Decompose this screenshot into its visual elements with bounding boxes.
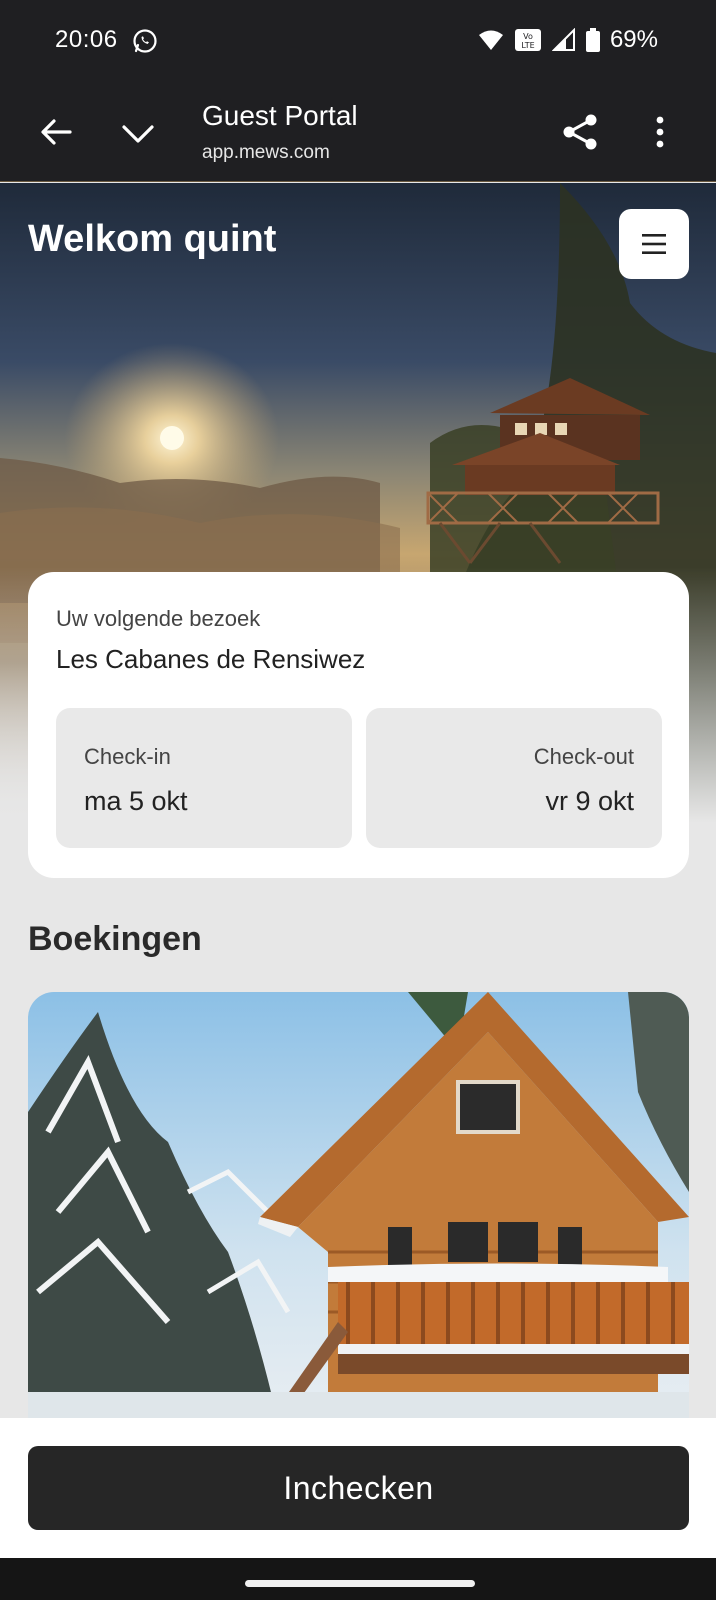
checkin-date: ma 5 okt bbox=[84, 786, 188, 816]
booking-card-image[interactable] bbox=[28, 992, 689, 1422]
share-icon[interactable] bbox=[560, 112, 600, 152]
more-vert-icon[interactable] bbox=[650, 114, 670, 150]
svg-text:LTE: LTE bbox=[521, 41, 534, 50]
home-gesture-handle[interactable] bbox=[245, 1580, 475, 1587]
battery-icon bbox=[585, 28, 600, 52]
battery-percent: 69% bbox=[609, 26, 658, 53]
menu-button[interactable] bbox=[619, 209, 689, 279]
property-name: Les Cabanes de Rensiwez bbox=[56, 644, 366, 674]
checkin-box: Check-in ma 5 okt bbox=[56, 708, 352, 848]
page-title: Guest Portal bbox=[202, 100, 358, 131]
bookings-heading: Boekingen bbox=[28, 920, 202, 958]
signal-icon bbox=[551, 28, 575, 51]
chevron-down-icon[interactable] bbox=[120, 116, 156, 152]
welcome-heading: Welkom quint bbox=[28, 218, 277, 260]
checkout-box: Check-out vr 9 okt bbox=[366, 708, 662, 848]
checkin-button[interactable]: Inchecken bbox=[28, 1446, 689, 1530]
next-visit-label: Uw volgende bezoek bbox=[56, 606, 261, 631]
status-icons: Vo LTE 69% bbox=[478, 26, 658, 54]
hamburger-menu-icon bbox=[642, 234, 666, 254]
wifi-icon bbox=[478, 30, 503, 50]
volte-icon: Vo LTE bbox=[514, 29, 541, 51]
checkin-label: Check-in bbox=[84, 744, 171, 769]
status-time: 20:06 bbox=[55, 26, 118, 53]
checkout-date: vr 9 okt bbox=[545, 786, 634, 816]
bottom-action-panel: Inchecken bbox=[0, 1418, 716, 1558]
whatsapp-icon bbox=[133, 29, 157, 53]
browser-toolbar: Guest Portal app.mews.com bbox=[0, 84, 716, 182]
page-url[interactable]: app.mews.com bbox=[202, 142, 330, 164]
next-visit-card[interactable]: Uw volgende bezoek Les Cabanes de Rensiw… bbox=[28, 572, 689, 878]
svg-text:Vo: Vo bbox=[523, 32, 533, 41]
back-arrow-icon[interactable] bbox=[38, 114, 74, 150]
checkout-label: Check-out bbox=[533, 744, 634, 769]
system-nav-bar bbox=[0, 1558, 716, 1600]
status-bar: 20:06 Vo LTE 69% bbox=[0, 0, 716, 84]
